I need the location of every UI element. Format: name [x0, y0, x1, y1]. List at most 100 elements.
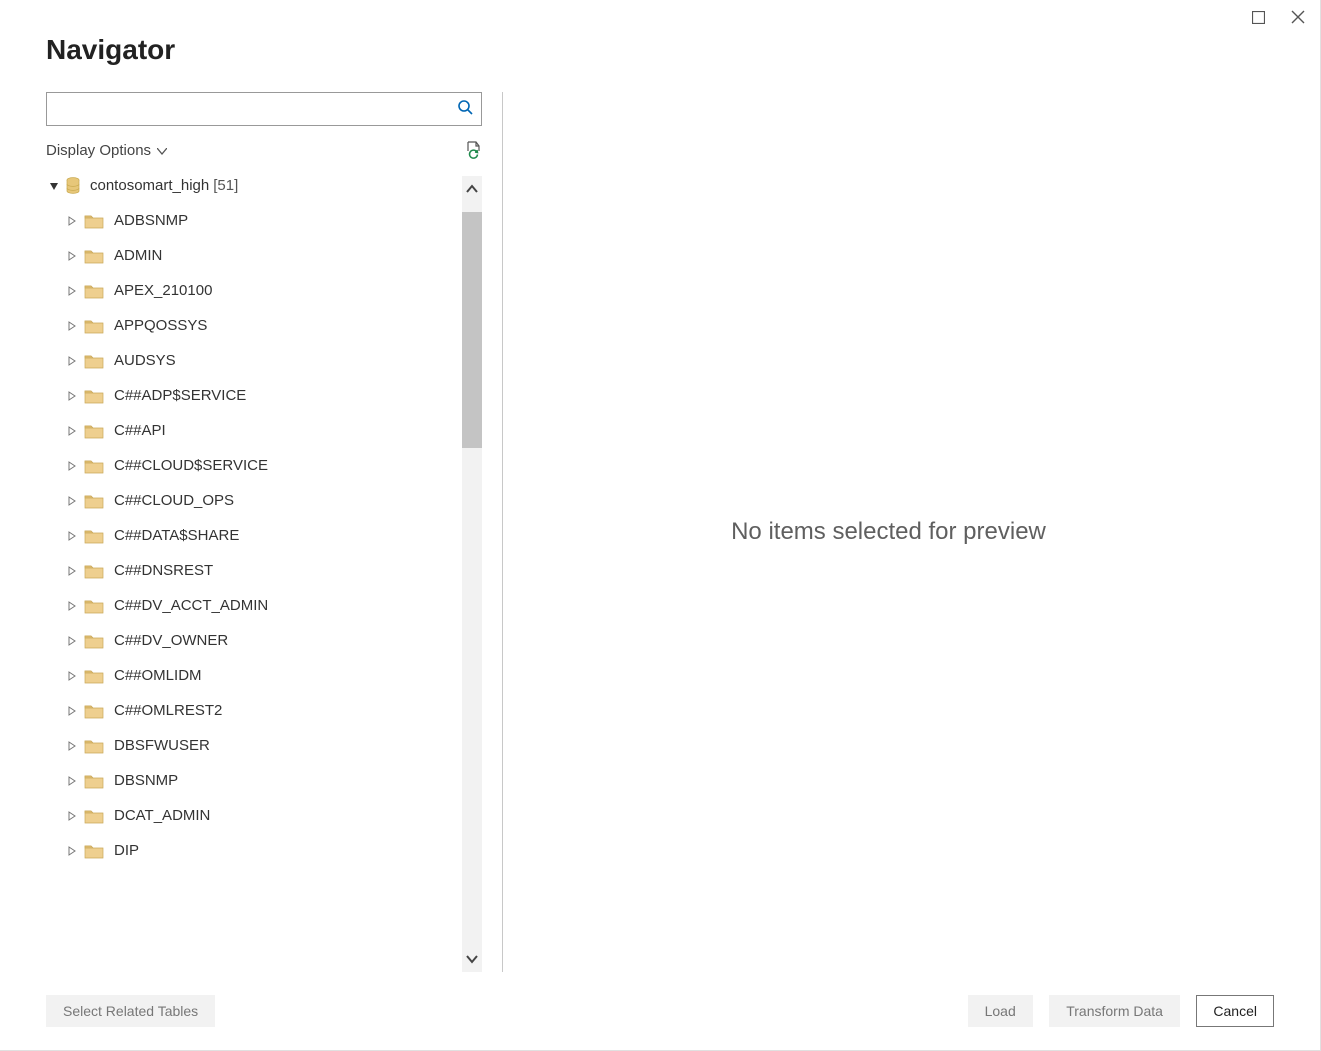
tree-item-label: C##OMLREST2 [114, 702, 222, 719]
caret-right-icon[interactable] [66, 355, 78, 367]
tree-item-label: APPQOSSYS [114, 317, 207, 334]
tree-item[interactable]: C##DV_ACCT_ADMIN [46, 588, 458, 623]
tree-item[interactable]: DBSNMP [46, 763, 458, 798]
tree-item[interactable]: C##API [46, 413, 458, 448]
tree-item[interactable]: C##CLOUD_OPS [46, 483, 458, 518]
folder-icon [84, 388, 104, 404]
tree-item-label: C##DV_ACCT_ADMIN [114, 597, 268, 614]
tree-item[interactable]: C##OMLREST2 [46, 693, 458, 728]
folder-icon [84, 248, 104, 264]
tree-item[interactable]: C##ADP$SERVICE [46, 378, 458, 413]
folder-icon [84, 773, 104, 789]
dialog-footer: Select Related Tables Load Transform Dat… [46, 972, 1274, 1050]
tree-item-label: C##CLOUD_OPS [114, 492, 234, 509]
tree-item-label: C##DNSREST [114, 562, 213, 579]
tree-item-label: DCAT_ADMIN [114, 807, 210, 824]
folder-icon [84, 738, 104, 754]
tree-root-count: [51] [213, 177, 238, 194]
caret-right-icon[interactable] [66, 250, 78, 262]
database-icon [66, 177, 80, 195]
caret-right-icon[interactable] [66, 390, 78, 402]
maximize-icon[interactable] [1250, 9, 1266, 25]
folder-icon [84, 353, 104, 369]
folder-icon [84, 703, 104, 719]
scroll-up-icon[interactable] [462, 176, 482, 202]
tree-root-label: contosomart_high [90, 177, 209, 194]
caret-right-icon[interactable] [66, 215, 78, 227]
tree-item-label: C##DV_OWNER [114, 632, 228, 649]
tree-item[interactable]: DCAT_ADMIN [46, 798, 458, 833]
dialog-title: Navigator [46, 34, 1274, 66]
select-related-tables-button[interactable]: Select Related Tables [46, 995, 215, 1027]
tree-item-label: DIP [114, 842, 139, 859]
folder-icon [84, 528, 104, 544]
tree-item-label: AUDSYS [114, 352, 176, 369]
caret-right-icon[interactable] [66, 460, 78, 472]
transform-data-button[interactable]: Transform Data [1049, 995, 1180, 1027]
folder-icon [84, 668, 104, 684]
folder-icon [84, 493, 104, 509]
tree-item[interactable]: C##CLOUD$SERVICE [46, 448, 458, 483]
caret-right-icon[interactable] [66, 635, 78, 647]
caret-right-icon[interactable] [66, 495, 78, 507]
tree-item-label: ADBSNMP [114, 212, 188, 229]
caret-right-icon[interactable] [66, 670, 78, 682]
chevron-down-icon [157, 142, 167, 159]
folder-icon [84, 458, 104, 474]
close-icon[interactable] [1290, 9, 1306, 25]
tree-item-label: C##DATA$SHARE [114, 527, 239, 544]
folder-icon [84, 423, 104, 439]
caret-right-icon[interactable] [66, 775, 78, 787]
search-icon[interactable] [449, 99, 481, 120]
folder-icon [84, 843, 104, 859]
scrollbar[interactable] [462, 176, 482, 972]
folder-icon [84, 563, 104, 579]
folder-icon [84, 598, 104, 614]
tree-item[interactable]: DBSFWUSER [46, 728, 458, 763]
caret-down-icon[interactable] [48, 180, 60, 192]
caret-right-icon[interactable] [66, 845, 78, 857]
tree-item[interactable]: APEX_210100 [46, 273, 458, 308]
caret-right-icon[interactable] [66, 425, 78, 437]
tree-item[interactable]: APPQOSSYS [46, 308, 458, 343]
search-box[interactable] [46, 92, 482, 126]
folder-icon [84, 318, 104, 334]
cancel-button[interactable]: Cancel [1196, 995, 1274, 1027]
tree-item-label: APEX_210100 [114, 282, 212, 299]
tree-item[interactable]: ADBSNMP [46, 203, 458, 238]
tree-item-label: ADMIN [114, 247, 162, 264]
tree-item[interactable]: C##OMLIDM [46, 658, 458, 693]
tree-item-label: C##CLOUD$SERVICE [114, 457, 268, 474]
caret-right-icon[interactable] [66, 285, 78, 297]
folder-icon [84, 633, 104, 649]
display-options-dropdown[interactable]: Display Options [46, 142, 167, 159]
caret-right-icon[interactable] [66, 320, 78, 332]
display-options-label: Display Options [46, 142, 151, 159]
preview-panel: No items selected for preview [503, 92, 1274, 972]
tree-item-label: DBSNMP [114, 772, 178, 789]
tree-view[interactable]: contosomart_high [51] ADBSNMP ADMIN APEX_2… [46, 168, 458, 972]
tree-item[interactable]: AUDSYS [46, 343, 458, 378]
search-input[interactable] [47, 101, 449, 117]
refresh-icon[interactable] [464, 140, 482, 160]
caret-right-icon[interactable] [66, 810, 78, 822]
caret-right-icon[interactable] [66, 600, 78, 612]
preview-empty-message: No items selected for preview [731, 518, 1046, 546]
caret-right-icon[interactable] [66, 705, 78, 717]
scrollbar-thumb[interactable] [462, 212, 482, 448]
tree-root-node[interactable]: contosomart_high [51] [46, 168, 458, 203]
tree-item[interactable]: DIP [46, 833, 458, 868]
left-panel: Display Options [46, 92, 482, 972]
load-button[interactable]: Load [968, 995, 1033, 1027]
tree-item[interactable]: C##DV_OWNER [46, 623, 458, 658]
tree-item[interactable]: ADMIN [46, 238, 458, 273]
navigator-dialog: Navigator Display Options [0, 0, 1321, 1051]
caret-right-icon[interactable] [66, 530, 78, 542]
scroll-down-icon[interactable] [462, 946, 482, 972]
caret-right-icon[interactable] [66, 740, 78, 752]
window-controls [1250, 9, 1306, 25]
tree-item-label: C##ADP$SERVICE [114, 387, 246, 404]
caret-right-icon[interactable] [66, 565, 78, 577]
tree-item[interactable]: C##DNSREST [46, 553, 458, 588]
tree-item[interactable]: C##DATA$SHARE [46, 518, 458, 553]
